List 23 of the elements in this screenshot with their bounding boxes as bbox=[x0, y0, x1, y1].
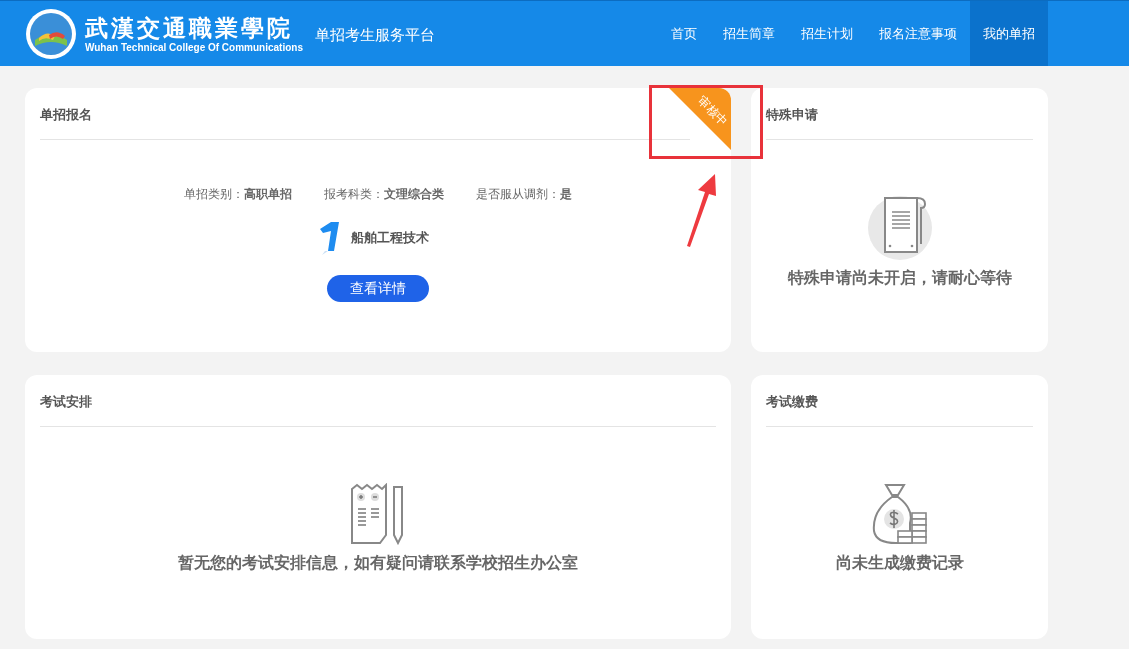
card-title: 单招报名 bbox=[40, 106, 92, 124]
college-name: 武漢交通職業學院 bbox=[85, 13, 293, 42]
info-text: 单招类别：高职单招 bbox=[184, 186, 292, 203]
card-title: 考试安排 bbox=[40, 393, 92, 411]
nav-tab[interactable]: 我的单招 bbox=[970, 1, 1048, 66]
platform-title: 单招考生服务平台 bbox=[315, 26, 435, 45]
empty-message: 暂无您的考试安排信息，如有疑问请联系学校招生办公室 bbox=[178, 552, 578, 574]
empty-message: 特殊申请尚未开启，请耐心等待 bbox=[787, 267, 1012, 289]
college-emblem-icon bbox=[25, 7, 77, 60]
card-title: 特殊申请 bbox=[766, 106, 818, 124]
view-details-button[interactable]: 查看详情 bbox=[327, 275, 429, 302]
nav-tab[interactable]: 报名注意事项 bbox=[866, 1, 970, 66]
college-name-english: Wuhan Technical College Of Communications bbox=[85, 41, 303, 54]
nav-tab[interactable]: 招生简章 bbox=[710, 1, 788, 66]
info-text: 报考科类：文理综合类 bbox=[324, 186, 444, 203]
info-text: 是否服从调剂：是 bbox=[476, 186, 572, 203]
nav-tab[interactable]: 首页 bbox=[658, 1, 710, 66]
status-badge-text: 审核中 bbox=[695, 93, 731, 129]
number-one-icon bbox=[319, 221, 341, 255]
major-name: 船舶工程技术 bbox=[351, 229, 429, 247]
empty-message: 尚未生成缴费记录 bbox=[835, 552, 964, 574]
nav-tab[interactable]: 招生计划 bbox=[788, 1, 866, 66]
card-title: 考试缴费 bbox=[766, 393, 818, 411]
